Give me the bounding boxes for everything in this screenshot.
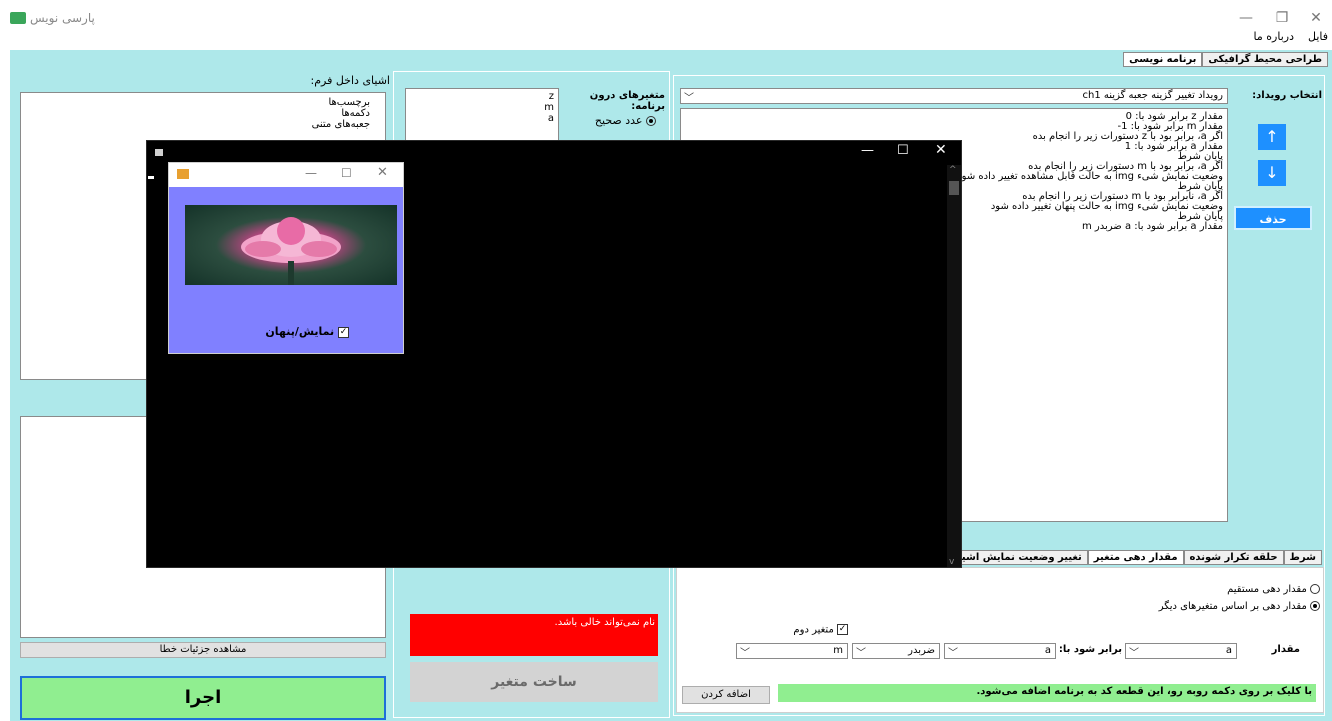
close-icon[interactable]: ✕ — [1306, 8, 1326, 28]
tree-item-textboxes[interactable]: جعبه‌های متنی — [312, 119, 370, 130]
type-integer-option[interactable]: عدد صحیح — [566, 114, 656, 127]
error-message: نام نمی‌تواند خالی باشد. — [410, 614, 658, 656]
move-up-icon[interactable]: ↑ — [1258, 124, 1286, 150]
menu-bar: فایل درباره ما — [1254, 30, 1328, 43]
chevron-down-icon: ﹀ — [1129, 648, 1139, 659]
preview-app-icon — [177, 169, 189, 179]
console-minimize-icon[interactable]: — — [861, 143, 874, 158]
tab-programming[interactable]: برنامه نویسی — [1123, 52, 1203, 67]
radio-direct[interactable] — [1310, 584, 1320, 594]
make-variable-button[interactable]: ساخت متغیر — [410, 662, 658, 702]
type-integer-label: عدد صحیح — [594, 114, 643, 127]
menu-about[interactable]: درباره ما — [1254, 30, 1294, 43]
scrollbar-thumb[interactable] — [949, 181, 959, 195]
lotus-flower-icon — [241, 217, 341, 285]
run-button[interactable]: اجرا — [20, 676, 386, 720]
radio-based-label: مقدار دهی بر اساس متغیرهای دیگر — [1158, 601, 1307, 612]
bottom-tabs: تغییر وضعیت نمایش اشیا مقدار دهی متغیر ح… — [952, 550, 1322, 565]
var2-value: a — [1044, 645, 1051, 656]
chevron-down-icon: ﹀ — [684, 93, 694, 104]
tab-condition[interactable]: شرط — [1283, 550, 1322, 565]
tab-visibility[interactable]: تغییر وضعیت نمایش اشیا — [952, 550, 1088, 565]
chevron-down-icon: ﹀ — [856, 648, 866, 659]
radio-direct-label: مقدار دهی مستقیم — [1227, 584, 1307, 595]
var-z[interactable]: z — [544, 91, 554, 102]
var3-value: m — [833, 645, 843, 656]
lotus-image — [185, 205, 397, 285]
chevron-down-icon: ﹀ — [740, 648, 750, 659]
show-hide-label: نمایش/پنهان — [265, 325, 335, 338]
add-hint: با کلیک بر روی دکمه روبه رو، این قطعه کد… — [778, 684, 1316, 702]
var3-select[interactable]: ﹀ m — [736, 643, 848, 659]
radio-based-option[interactable]: مقدار دهی بر اساس متغیرهای دیگر — [1060, 601, 1320, 612]
app-icon — [10, 12, 26, 24]
value-label: مقدار — [1271, 644, 1300, 655]
second-var-checkbox[interactable]: ✓ — [837, 624, 848, 635]
add-button[interactable]: اضافه کردن — [682, 686, 770, 704]
type-integer-radio[interactable] — [646, 116, 656, 126]
event-select-value: رویداد تغییر گزینه جعبه گزینه ch1 — [1082, 90, 1223, 101]
var2-select[interactable]: ﹀ a — [944, 643, 1056, 659]
variables-label: متغیرهای درون برنامه: — [589, 90, 665, 112]
chevron-down-icon: ﹀ — [948, 648, 958, 659]
objects-label: اشیای داخل فرم: — [310, 74, 390, 87]
var-a[interactable]: a — [544, 113, 554, 124]
move-down-icon[interactable]: ↓ — [1258, 160, 1286, 186]
menu-file[interactable]: فایل — [1308, 30, 1328, 43]
preview-close-icon[interactable]: ✕ — [377, 165, 388, 180]
console-close-icon[interactable]: ✕ — [935, 142, 947, 158]
tab-design[interactable]: طراحی محیط گرافیکی — [1202, 52, 1328, 67]
console-cursor — [148, 176, 154, 179]
equals-label: برابر شود با: — [1058, 644, 1122, 655]
tab-loop[interactable]: حلقه تکرار شونده — [1183, 550, 1284, 565]
radio-direct-option[interactable]: مقدار دهی مستقیم — [1080, 584, 1320, 595]
delete-button[interactable]: حذف — [1234, 206, 1312, 230]
error-details-button[interactable]: مشاهده جزئیات خطا — [20, 642, 386, 658]
top-tabs: طراحی محیط گرافیکی برنامه نویسی — [1123, 52, 1328, 67]
restore-icon[interactable]: ❐ — [1272, 8, 1292, 28]
show-hide-checkbox[interactable]: ✓ — [338, 326, 349, 338]
operator-select[interactable]: ﹀ ضربدر — [852, 643, 940, 659]
tree-item-labels[interactable]: برچسب‌ها — [312, 97, 370, 108]
event-select[interactable]: ﹀ رویداد تغییر گزینه جعبه گزینه ch1 — [680, 88, 1228, 104]
event-label: انتخاب رویداد: — [1252, 90, 1322, 101]
variables-list[interactable]: z m a — [405, 88, 559, 148]
second-var-label: متغیر دوم — [793, 624, 834, 636]
preview-maximize-icon[interactable]: ☐ — [341, 166, 352, 180]
scroll-up-icon[interactable]: ^ — [949, 165, 957, 175]
console-scrollbar[interactable]: ^ v — [947, 165, 961, 567]
operator-value: ضربدر — [908, 645, 935, 656]
show-hide-option[interactable]: ✓ نمایش/پنهان — [229, 325, 349, 338]
console-icon — [155, 149, 163, 156]
tree-item-buttons[interactable]: دکمه‌ها — [312, 108, 370, 119]
minimize-icon[interactable]: — — [1236, 8, 1256, 28]
var1-value: a — [1225, 645, 1232, 656]
preview-minimize-icon[interactable]: — — [305, 166, 317, 180]
second-var-option[interactable]: ✓ متغیر دوم — [740, 624, 848, 636]
var-m[interactable]: m — [544, 102, 554, 113]
var1-select[interactable]: ﹀ a — [1125, 643, 1237, 659]
preview-window: — ☐ ✕ ✓ نمایش/پنهان — [168, 162, 404, 354]
scroll-down-icon[interactable]: v — [949, 557, 954, 567]
tab-assign[interactable]: مقدار دهی متغیر — [1087, 550, 1184, 565]
radio-based[interactable] — [1310, 601, 1320, 611]
window-title: پارسی نویس — [30, 11, 95, 25]
preview-form-body: ✓ نمایش/پنهان — [169, 187, 403, 353]
console-maximize-icon[interactable]: ☐ — [897, 143, 909, 158]
